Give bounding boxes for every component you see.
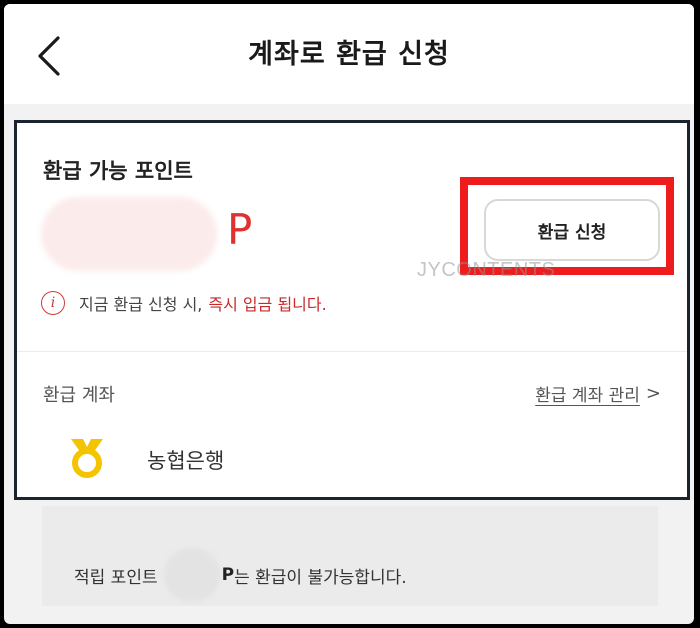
page-title: 계좌로 환급 신청 — [248, 39, 450, 70]
points-value-blurred — [41, 197, 217, 271]
info-icon: i — [41, 291, 65, 315]
footer-note: 적립 포인트 P 는 환급이 불가능합니다. — [42, 506, 658, 606]
footer-prefix: 적립 포인트 — [74, 567, 158, 588]
refund-notice: i 지금 환급 신청 시, 즉시 입금 됩니다. — [41, 289, 327, 317]
section-divider — [17, 351, 687, 352]
points-unit: P — [227, 205, 253, 254]
watermark: JYCONTENTS — [417, 259, 556, 281]
app-header: 계좌로 환급 신청 — [4, 4, 694, 104]
app-frame: 계좌로 환급 신청 환급 가능 포인트 P 환급 신청 JYCONTENTS i… — [4, 4, 694, 624]
refund-account-label: 환급 계좌 — [43, 385, 115, 406]
manage-account-link-text[interactable]: 환급 계좌 관리 — [535, 381, 640, 406]
refund-request-button[interactable]: 환급 신청 — [484, 199, 660, 261]
footer-line: 적립 포인트 P 는 환급이 불가능합니다. — [74, 548, 407, 602]
nonghyup-logo-icon — [71, 439, 103, 478]
manage-account-link[interactable]: 환급 계좌 관리 > — [535, 381, 661, 406]
notice-text: 지금 환급 신청 시, — [79, 295, 203, 314]
notice-emphasis: 즉시 입금 됩니다. — [208, 295, 327, 314]
chevron-right-icon: > — [645, 383, 661, 404]
refundable-points-title: 환급 가능 포인트 — [43, 159, 193, 183]
footer-unit: P — [221, 565, 235, 585]
refund-card: 환급 가능 포인트 P 환급 신청 JYCONTENTS i 지금 환급 신청 … — [14, 120, 690, 500]
footer-points-blurred — [163, 548, 220, 602]
footer-suffix: 는 환급이 불가능합니다. — [234, 567, 407, 588]
bank-name: 농협은행 — [147, 449, 225, 473]
